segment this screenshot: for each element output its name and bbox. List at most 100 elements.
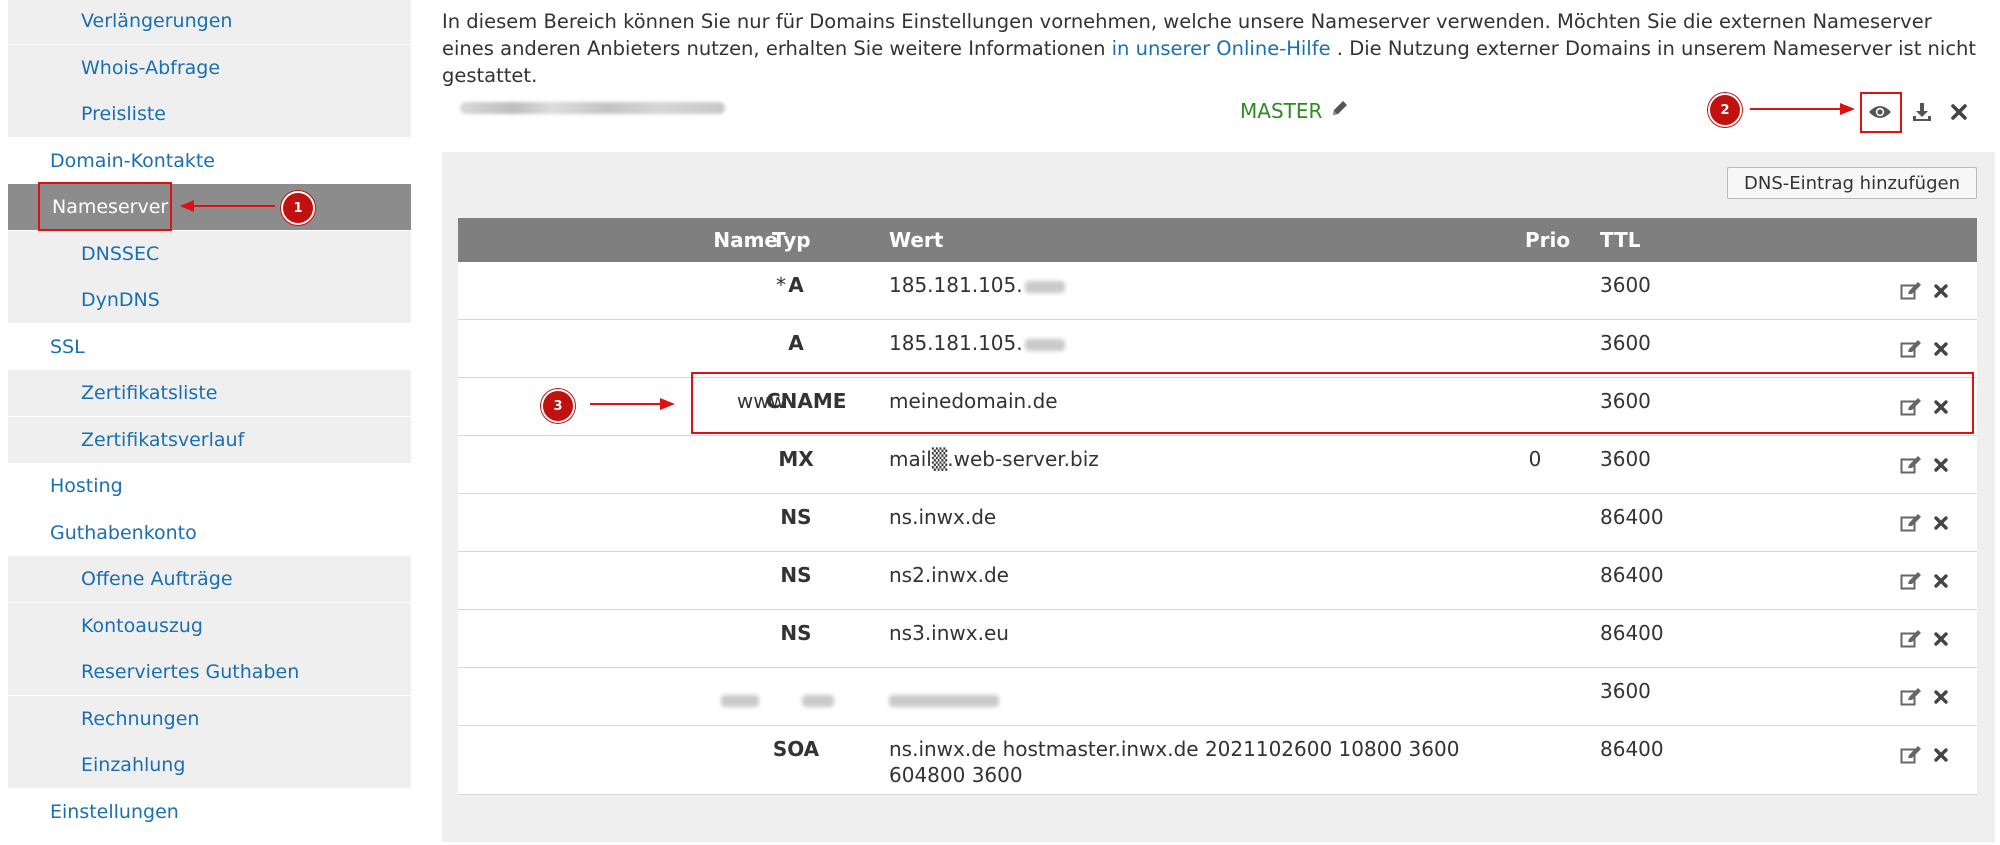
cell-name-redacted — [721, 686, 759, 712]
sidebar-item-reserviertes-guthaben[interactable]: Reserviertes Guthaben — [8, 649, 411, 695]
sidebar-item-label: Einstellungen — [50, 800, 179, 823]
cell-value: ns3.inwx.eu — [889, 621, 1009, 645]
sidebar-item-label: DynDNS — [81, 289, 160, 311]
cell-type: NS — [780, 621, 812, 645]
cell-prio: 0 — [1528, 447, 1542, 471]
cell-type: NS — [780, 563, 812, 587]
cell-value-text: 185.181.105. — [889, 331, 1023, 355]
cell-type-redacted — [802, 686, 834, 712]
cell-value: 185.181.105. — [889, 330, 1065, 356]
sidebar-item-label: Rechnungen — [81, 707, 200, 730]
edit-icon[interactable] — [1900, 512, 1922, 534]
sidebar-item-zertifikatsverlauf[interactable]: Zertifikatsverlauf — [8, 416, 411, 463]
cell-type: A — [788, 331, 804, 355]
delete-icon[interactable] — [1930, 570, 1952, 592]
sidebar-item-label: Guthabenkonto — [50, 521, 197, 544]
sidebar-item-preisliste[interactable]: Preisliste — [8, 91, 411, 137]
download-icon[interactable] — [1909, 98, 1935, 126]
delete-icon[interactable] — [1930, 512, 1952, 534]
delete-icon[interactable] — [1930, 454, 1952, 476]
header-prio: Prio — [1525, 228, 1571, 252]
sidebar-item-zertifikatsliste[interactable]: Zertifikatsliste — [8, 370, 411, 416]
dns-table: Name Typ Wert Prio TTL * A 185.181.105. 360… — [458, 218, 1977, 795]
sidebar-item-offene-aufträge[interactable]: Offene Aufträge — [8, 556, 411, 602]
cell-ttl: 3600 — [1600, 273, 1651, 297]
pencil-icon[interactable] — [1330, 98, 1350, 123]
sidebar-item-einstellungen[interactable]: Einstellungen — [8, 788, 411, 835]
sidebar-item-einzahlung[interactable]: Einzahlung — [8, 742, 411, 788]
annotation-arrow-1 — [180, 200, 275, 212]
header-name: Name — [713, 228, 778, 252]
cell-ttl: 86400 — [1600, 563, 1664, 587]
edit-icon[interactable] — [1900, 686, 1922, 708]
table-row: 3600 — [458, 668, 1977, 726]
annotation-box-eye — [1860, 92, 1902, 133]
cell-type: MX — [778, 447, 814, 471]
info-text: In diesem Bereich können Sie nur für Dom… — [442, 8, 1987, 89]
sidebar-item-rechnungen[interactable]: Rechnungen — [8, 695, 411, 742]
table-row: NS ns2.inwx.de 86400 — [458, 552, 1977, 610]
annotation-badge-2: 2 — [1708, 93, 1742, 127]
sidebar-item-kontoauszug[interactable]: Kontoauszug — [8, 602, 411, 649]
sidebar-item-domain-kontakte[interactable]: Domain-Kontakte — [8, 137, 411, 184]
edit-icon[interactable] — [1900, 570, 1922, 592]
edit-icon[interactable] — [1900, 628, 1922, 650]
sidebar-item-label: Kontoauszug — [81, 614, 203, 637]
edit-icon[interactable] — [1900, 454, 1922, 476]
edit-icon[interactable] — [1900, 338, 1922, 360]
cell-ttl: 86400 — [1600, 737, 1664, 761]
add-dns-entry-button[interactable]: DNS-Eintrag hinzufügen — [1727, 167, 1977, 199]
table-row: * A 185.181.105. 3600 — [458, 262, 1977, 320]
cell-value: ns2.inwx.de — [889, 563, 1009, 587]
sidebar-item-label: DNSSEC — [81, 242, 160, 265]
header-type: Typ — [772, 228, 811, 252]
sidebar-item-dnssec[interactable]: DNSSEC — [8, 230, 411, 277]
table-row: MX mail▒.web-server.biz 0 3600 — [458, 436, 1977, 494]
cell-ttl: 3600 — [1600, 679, 1651, 703]
cell-value: ns.inwx.de — [889, 505, 997, 529]
sidebar-item-dyndns[interactable]: DynDNS — [8, 277, 411, 323]
delete-icon[interactable] — [1930, 628, 1952, 650]
cell-ttl: 3600 — [1600, 447, 1651, 471]
sidebar-item-label: Zertifikatsverlauf — [81, 428, 245, 451]
sidebar-item-label: Reserviertes Guthaben — [81, 661, 300, 683]
annotation-arrow-2 — [1750, 103, 1855, 115]
delete-icon[interactable] — [1930, 744, 1952, 766]
cell-value-text: 185.181.105. — [889, 273, 1023, 297]
sidebar-item-ssl[interactable]: SSL — [8, 323, 411, 370]
annotation-arrow-3 — [590, 398, 675, 410]
cell-type: SOA — [772, 737, 820, 761]
delete-icon[interactable] — [1930, 280, 1952, 302]
cell-value: mail▒.web-server.biz — [889, 447, 1099, 471]
sidebar-item-label: Preisliste — [81, 103, 166, 125]
online-help-link[interactable]: in unserer Online-Hilfe — [1112, 37, 1331, 60]
sidebar-nav: Verlängerungen Whois-Abfrage Preisliste Dom… — [8, 0, 411, 845]
table-header: Name Typ Wert Prio TTL — [458, 218, 1977, 262]
sidebar-item-verlängerungen[interactable]: Verlängerungen — [8, 0, 411, 44]
sidebar-item-whois-abfrage[interactable]: Whois-Abfrage — [8, 44, 411, 91]
sidebar-item-label: Einzahlung — [81, 754, 186, 776]
sidebar-item-hosting[interactable]: Hosting — [8, 463, 411, 509]
domain-mode-label: MASTER — [1240, 98, 1323, 123]
cell-ttl: 3600 — [1600, 331, 1651, 355]
cell-value: 185.181.105. — [889, 272, 1065, 298]
sidebar-item-label: Zertifikatsliste — [81, 382, 218, 404]
sidebar-item-guthabenkonto[interactable]: Guthabenkonto — [8, 509, 411, 556]
cell-ttl: 86400 — [1600, 621, 1664, 645]
domain-mode[interactable]: MASTER — [1240, 98, 1350, 123]
sidebar-item-label: Verlängerungen — [81, 10, 233, 32]
annotation-box-cname-row — [691, 372, 1974, 434]
cell-type: NS — [780, 505, 812, 529]
edit-icon[interactable] — [1900, 744, 1922, 766]
delete-icon[interactable] — [1930, 686, 1952, 708]
annotation-badge-1: 1 — [281, 191, 315, 225]
close-icon[interactable] — [1947, 100, 1971, 124]
cell-type: A — [788, 273, 804, 297]
cell-value: ns.inwx.de hostmaster.inwx.de 2021102600… — [889, 737, 1460, 787]
delete-icon[interactable] — [1930, 338, 1952, 360]
header-value: Wert — [889, 228, 944, 252]
edit-icon[interactable] — [1900, 280, 1922, 302]
domain-name-redacted — [460, 102, 725, 114]
cell-ttl: 86400 — [1600, 505, 1664, 529]
table-body: * A 185.181.105. 3600 A 185.181.105. 3600 www CN… — [458, 262, 1977, 795]
